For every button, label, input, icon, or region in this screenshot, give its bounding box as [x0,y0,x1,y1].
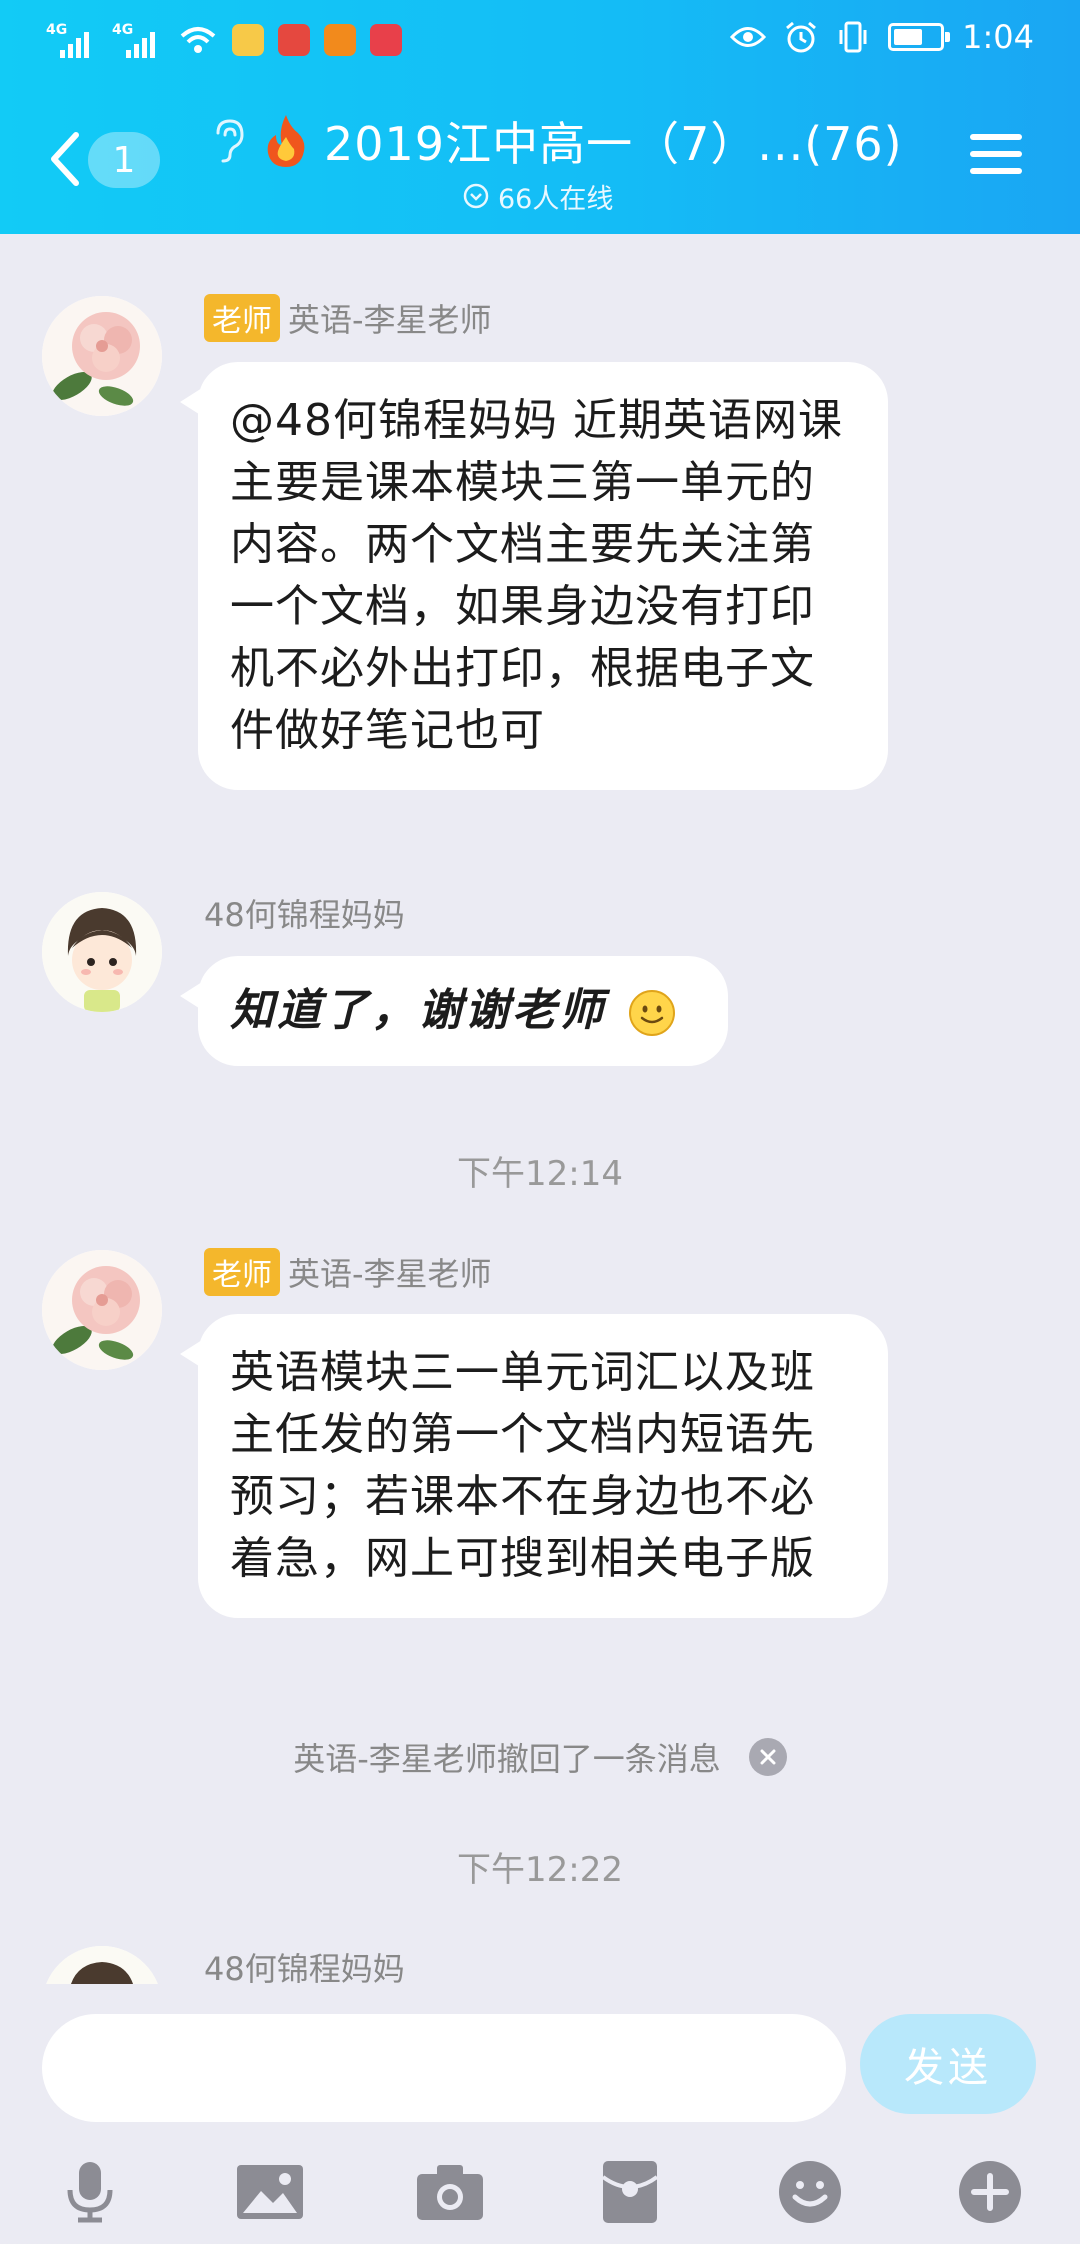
recall-notice: 英语-李星老师撤回了一条消息 [0,1734,1080,1780]
avatar[interactable] [42,296,162,416]
menu-icon[interactable] [970,134,1022,182]
wifi-icon [180,27,216,53]
avatar[interactable] [42,1946,162,1984]
teacher-badge: 老师 [204,294,280,342]
title-bar: 1 2019江中高一（7）...(76) 66人在线 [0,84,1080,234]
close-icon[interactable] [748,1738,787,1776]
sender-row: 48何锦程妈妈 [204,890,405,936]
girl-avatar-icon [42,1946,162,1984]
message-list[interactable]: 老师 英语-李星老师 @48何锦程妈妈 近期英语网课主要是课本模块三第一单元的内… [0,234,1080,1984]
emoji-icon[interactable] [770,2152,850,2232]
timestamp: 下午12:14 [457,1154,623,1194]
sender-row: 48何锦程妈妈 [204,1944,405,1984]
book-app-icon [278,24,310,56]
alarm-icon [786,21,817,53]
mic-icon[interactable] [50,2152,130,2232]
back-button[interactable]: 1 [46,124,176,194]
online-status[interactable]: 66人在线 [462,176,613,216]
sender-name: 英语-李星老师 [288,1255,492,1293]
message-input[interactable] [42,2014,846,2122]
status-right: 1:04 [730,18,1034,56]
timestamp: 下午12:22 [457,1850,623,1890]
image-icon[interactable] [230,2152,310,2232]
teacher-badge: 老师 [204,1248,280,1296]
girl-avatar-icon [42,892,162,1012]
input-toolbar [0,2144,1080,2244]
avatar[interactable] [42,1250,162,1370]
signal-icon: 4G [112,20,164,60]
ear-icon [216,119,244,163]
app-notification-icon [232,24,264,56]
chevron-down-circle-icon [463,183,489,209]
online-count: 66人在线 [498,183,614,215]
chevron-left-icon [51,132,79,186]
flower-avatar-icon [42,296,162,416]
red-packet-icon[interactable] [590,2152,670,2232]
signal-icon: 4G [46,20,98,60]
vibrate-icon [839,21,867,53]
video-app-icon [324,24,356,56]
sender-name: 48何锦程妈妈 [204,1950,405,1984]
plus-icon[interactable] [950,2152,1030,2232]
message-bubble[interactable]: 知道了，谢谢老师 [180,956,728,1066]
fire-icon [267,115,305,167]
status-bar: 4G 4G 1:04 [0,0,1080,84]
flower-avatar-icon [42,1250,162,1370]
message-bubble[interactable]: 英语模块三一单元词汇以及班主任发的第一个文档内短语先预习；若课本不在身边也不必着… [180,1314,888,1618]
status-left: 4G 4G [46,20,402,60]
app-notification-icon [370,24,402,56]
send-button[interactable]: 发送 [860,2014,1036,2114]
title-row[interactable]: 2019江中高一（7）...(76) [210,106,930,176]
message-text: 知道了，谢谢老师 [230,985,606,1036]
clock: 1:04 [962,18,1034,56]
group-title: 2019江中高一（7）...(76) [324,117,903,171]
sender-name: 48何锦程妈妈 [204,896,405,934]
unread-badge: 1 [88,132,160,188]
sender-name: 英语-李星老师 [288,301,492,339]
system-message-text: 英语-李星老师撤回了一条消息 [293,1740,721,1778]
message-text: @48何锦程妈妈 近期英语网课主要是课本模块三第一单元的内容。两个文档主要先关注… [230,395,843,756]
battery-icon [888,23,951,51]
smile-emoji-icon [629,990,675,1036]
message-bubble[interactable]: @48何锦程妈妈 近期英语网课主要是课本模块三第一单元的内容。两个文档主要先关注… [180,362,888,790]
chat-header: 4G 4G 1:04 1 2019江中高一（7）...(76) 66人在线 [0,0,1080,234]
eye-icon [730,27,767,47]
sender-row: 老师 英语-李星老师 [204,294,492,342]
camera-icon[interactable] [410,2152,490,2232]
sender-row: 老师 英语-李星老师 [204,1248,492,1296]
avatar[interactable] [42,892,162,1012]
message-text: 英语模块三一单元词汇以及班主任发的第一个文档内短语先预习；若课本不在身边也不必着… [230,1347,815,1584]
input-area: 发送 [0,1984,1080,2244]
